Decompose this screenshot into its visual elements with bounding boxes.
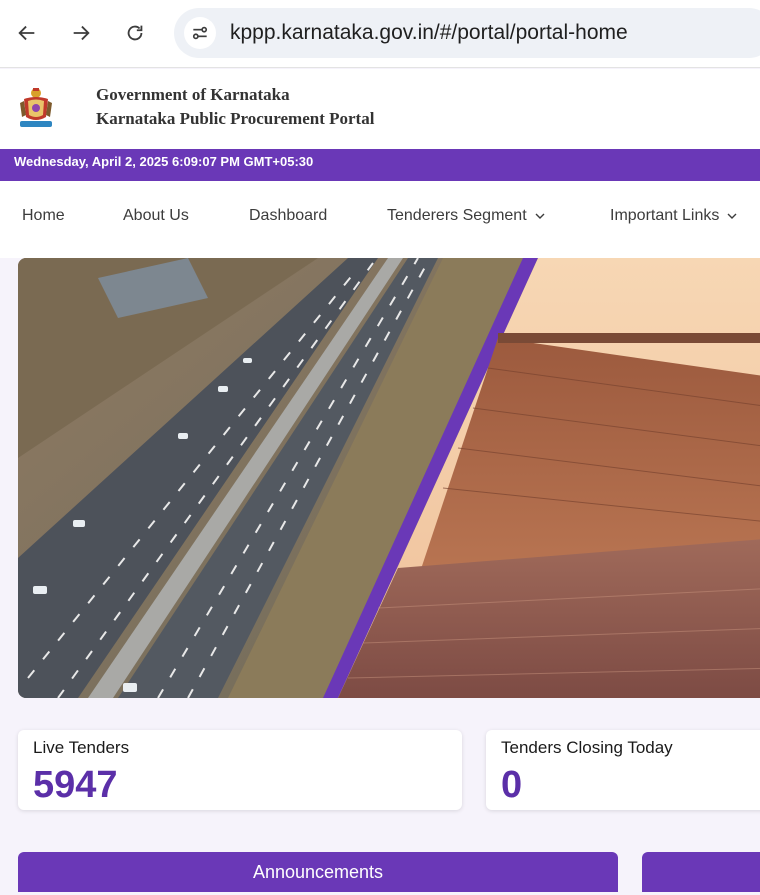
menu-item-home[interactable]: Home xyxy=(22,207,65,225)
menu-item-label: Home xyxy=(22,207,65,224)
site-header: Government of Karnataka Karnataka Public… xyxy=(0,69,760,149)
government-title: Government of Karnataka xyxy=(96,85,290,104)
back-button[interactable] xyxy=(10,16,44,50)
site-info-icon xyxy=(192,26,208,40)
menu-item-label: Important Links xyxy=(610,207,720,224)
datetime-bar: Wednesday, April 2, 2025 6:09:07 PM GMT+… xyxy=(0,149,760,181)
back-icon xyxy=(18,25,35,41)
chevron-down-icon xyxy=(727,213,737,219)
current-datetime: Wednesday, April 2, 2025 6:09:07 PM GMT+… xyxy=(14,154,314,169)
address-bar[interactable]: kppp.karnataka.gov.in/#/portal/portal-ho… xyxy=(174,8,760,58)
url-text[interactable]: kppp.karnataka.gov.in/#/portal/portal-ho… xyxy=(230,21,628,45)
chevron-down-icon xyxy=(535,213,545,219)
announcements-tab[interactable]: Announcements xyxy=(18,852,618,892)
main-menu: Home About Us Dashboard Tenderers Segmen… xyxy=(0,181,760,258)
stat-value: 5947 xyxy=(33,764,118,806)
hero-banner-image xyxy=(18,258,760,698)
reload-button[interactable] xyxy=(118,16,152,50)
reload-icon xyxy=(127,25,143,41)
menu-item-tenderers-segment[interactable]: Tenderers Segment xyxy=(387,207,545,225)
stat-label: Tenders Closing Today xyxy=(501,738,673,757)
site-info-button[interactable] xyxy=(184,17,216,49)
forward-button[interactable] xyxy=(64,16,98,50)
hero-section xyxy=(0,258,760,718)
menu-item-dashboard[interactable]: Dashboard xyxy=(249,207,327,225)
menu-item-about-us[interactable]: About Us xyxy=(123,207,189,225)
menu-item-label: Tenderers Segment xyxy=(387,207,527,224)
announcements-label: Announcements xyxy=(252,861,384,882)
stat-label: Live Tenders xyxy=(33,738,130,757)
live-tenders-card[interactable]: Live Tenders 5947 xyxy=(18,730,462,810)
menu-item-label: About Us xyxy=(123,207,189,224)
portal-title: Karnataka Public Procurement Portal xyxy=(96,109,375,128)
forward-icon xyxy=(73,25,90,41)
tenders-closing-today-card[interactable]: Tenders Closing Today 0 xyxy=(486,730,760,810)
browser-toolbar: kppp.karnataka.gov.in/#/portal/portal-ho… xyxy=(0,0,760,68)
secondary-panel-tab[interactable] xyxy=(642,852,760,892)
menu-item-label: Dashboard xyxy=(249,207,328,224)
karnataka-emblem-icon xyxy=(20,88,52,127)
menu-item-important-links[interactable]: Important Links xyxy=(610,207,737,225)
stat-value: 0 xyxy=(501,764,523,806)
highway-dam-illustration xyxy=(18,258,760,698)
